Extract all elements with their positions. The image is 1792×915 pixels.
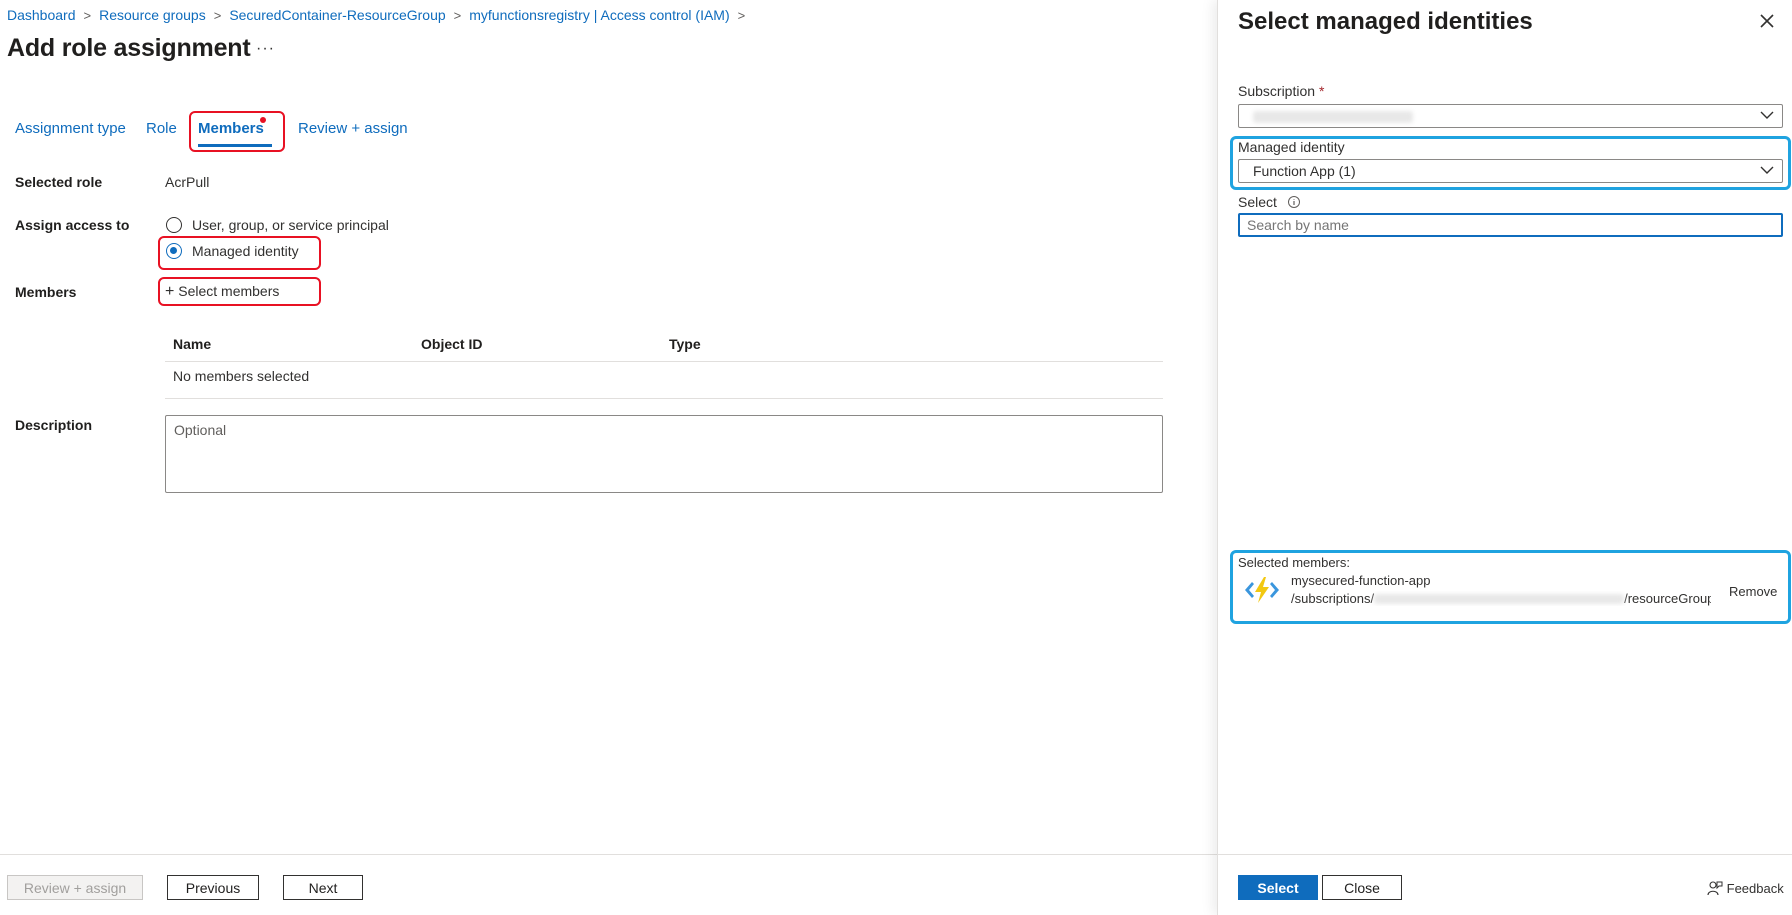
breadcrumb-iam[interactable]: myfunctionsregistry | Access control (IA… (469, 7, 729, 23)
select-button[interactable]: Select (1238, 875, 1318, 900)
review-assign-button[interactable]: Review + assign (7, 875, 143, 900)
description-textarea[interactable]: Optional (165, 415, 1163, 493)
search-input[interactable] (1238, 213, 1783, 237)
divider (165, 361, 1163, 362)
tab-assignment-type[interactable]: Assignment type (15, 120, 126, 137)
subscription-label: Subscription * (1238, 83, 1325, 99)
select-label: Select (1238, 194, 1301, 210)
divider (165, 398, 1163, 399)
highlight-box (189, 111, 285, 152)
redacted-subscription-id (1374, 594, 1625, 604)
chevron-right-icon: > (83, 7, 92, 23)
radio-user-group-label[interactable]: User, group, or service principal (192, 217, 389, 233)
description-label: Description (15, 417, 93, 433)
feedback-icon (1707, 881, 1723, 896)
footer-divider (0, 854, 1217, 855)
close-icon[interactable] (1756, 10, 1778, 32)
column-header-type: Type (669, 336, 701, 352)
selected-role-label: Selected role (15, 174, 103, 190)
panel-footer-divider (1218, 854, 1792, 855)
highlight-box (1230, 136, 1791, 190)
required-dot (260, 117, 266, 123)
previous-button[interactable]: Previous (167, 875, 259, 900)
page-title: Add role assignment (7, 34, 251, 62)
info-icon[interactable] (1287, 195, 1301, 209)
panel-title: Select managed identities (1238, 8, 1533, 35)
next-button[interactable]: Next (283, 875, 363, 900)
highlight-box (158, 236, 321, 270)
chevron-right-icon: > (453, 7, 462, 23)
chevron-right-icon: > (737, 7, 746, 23)
breadcrumb-resource-group[interactable]: SecuredContainer-ResourceGroup (229, 7, 445, 23)
close-button[interactable]: Close (1322, 875, 1402, 900)
required-mark: * (1318, 83, 1325, 99)
column-header-name: Name (173, 336, 212, 352)
breadcrumb-dashboard[interactable]: Dashboard (7, 7, 76, 23)
member-name: mysecured-function-app (1291, 573, 1431, 588)
breadcrumb: Dashboard > Resource groups > SecuredCon… (7, 7, 753, 23)
radio-user-group[interactable] (166, 217, 182, 233)
tab-review-assign[interactable]: Review + assign (298, 120, 408, 137)
selected-members-label: Selected members: (1238, 555, 1350, 570)
remove-member-link[interactable]: Remove (1729, 584, 1777, 599)
select-managed-identities-panel: Select managed identities Subscription *… (1217, 0, 1792, 915)
members-label: Members (15, 284, 77, 300)
member-path: /subscriptions//resourceGroups/... (1291, 591, 1711, 606)
function-app-icon (1245, 577, 1279, 603)
column-header-object-id: Object ID (421, 336, 483, 352)
more-options-icon[interactable]: ··· (256, 40, 275, 58)
table-empty-message: No members selected (173, 368, 310, 384)
assign-access-label: Assign access to (15, 217, 130, 233)
highlight-box (158, 277, 321, 306)
redacted-subscription (1253, 111, 1413, 123)
subscription-dropdown[interactable] (1238, 104, 1783, 128)
feedback-link[interactable]: Feedback (1707, 880, 1784, 896)
breadcrumb-resource-groups[interactable]: Resource groups (99, 7, 206, 23)
chevron-down-icon (1760, 111, 1774, 119)
chevron-right-icon: > (213, 7, 222, 23)
tab-role[interactable]: Role (146, 120, 177, 137)
selected-role-value: AcrPull (165, 174, 210, 190)
